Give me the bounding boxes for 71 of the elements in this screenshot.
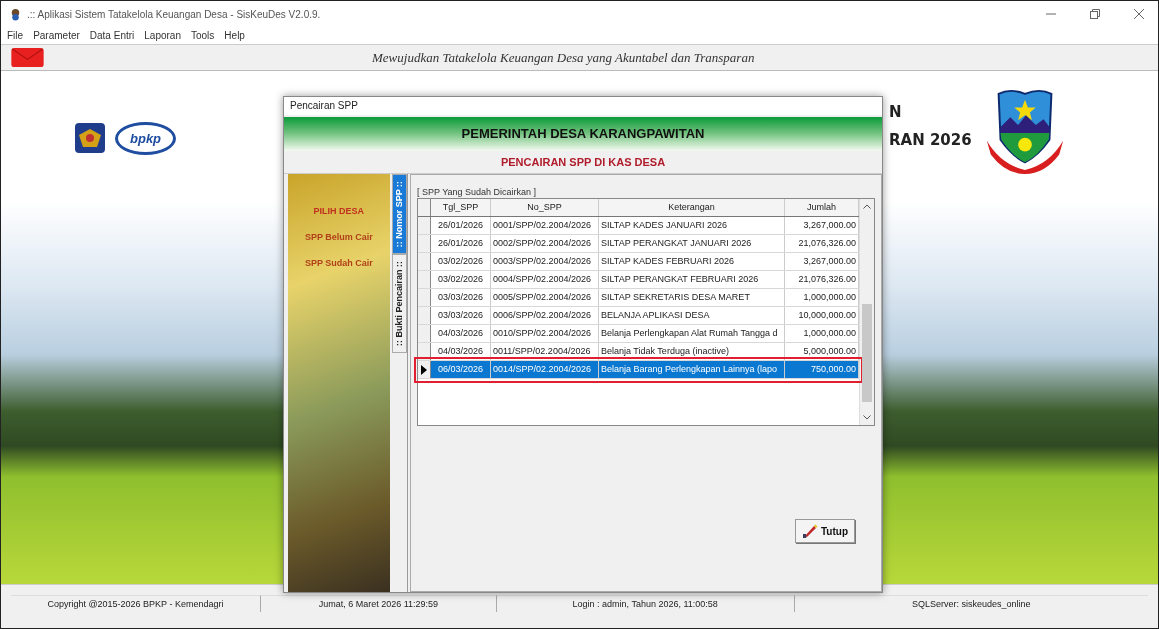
table-cell: 0014/SPP/02.2004/2026 (491, 361, 599, 378)
heading-text: RAN 2026 (889, 131, 973, 149)
pencil-icon (801, 523, 818, 539)
table-cell: 0001/SPP/02.2004/2026 (491, 217, 599, 234)
scroll-thumb[interactable] (862, 304, 872, 403)
table-cell: 26/01/2026 (431, 217, 491, 234)
table-row[interactable]: 06/03/2026 0014/SPP/02.2004/2026 Belanja Barang Perlengkapan Lainnya (lapo 750,000.00 (418, 361, 859, 379)
app-logo-icon (9, 7, 22, 21)
table-row[interactable]: 03/03/2026 0006/SPP/02.2004/2026 BELANJA APLIKASI DESA 10,000,000.00 (418, 307, 859, 325)
dialog-title: Pencairan SPP (284, 97, 882, 115)
table-row[interactable]: 26/01/2026 0002/SPP/02.2004/2026 SILTAP PERANGKAT JANUARI 2026 21,076,326.00 (418, 235, 859, 253)
dialog-header: PEMERINTAH DESA KARANGPAWITAN (284, 117, 882, 151)
table-cell: 04/03/2026 (431, 325, 491, 342)
column-header[interactable]: Keterangan (599, 199, 785, 216)
table-cell: Belanja Tidak Terduga (inactive) (599, 343, 785, 360)
menu-item[interactable]: Parameter (33, 30, 80, 41)
table-cell: SILTAP PERANGKAT FEBRUARI 2026 (599, 271, 785, 288)
table-cell: SILTAP KADES JANUARI 2026 (599, 217, 785, 234)
row-pointer-icon (421, 364, 427, 375)
menu-item[interactable]: Data Entri (89, 30, 135, 41)
table-cell: 04/03/2026 (431, 343, 491, 360)
slogan-text: Mewujudkan Tatakelola Keuangan Desa yang Akuntabel dan Transparan (372, 49, 755, 66)
status-pane: Jumat, 6 Maret 2026 11:29:59 (260, 595, 497, 612)
menu-item[interactable]: Tools (191, 30, 215, 41)
emblem-icon (73, 121, 107, 155)
status-pane: Copyright @2015-2026 BPKP - Kemendagri (11, 595, 261, 612)
table-cell: 03/03/2026 (431, 289, 491, 306)
table-cell: Belanja Perlengkapan Alat Rumah Tangga d (599, 325, 785, 342)
scrollbar[interactable] (859, 199, 874, 425)
heading-text: N (889, 103, 903, 121)
table-row[interactable]: 03/02/2026 0004/SPP/02.2004/2026 SILTAP PERANGKAT FEBRUARI 2026 21,076,326.00 (418, 271, 859, 289)
table-cell: Belanja Barang Perlengkapan Lainnya (lapo (599, 361, 785, 378)
table-cell: 0002/SPP/02.2004/2026 (491, 235, 599, 252)
menu-item[interactable]: Laporan (144, 30, 181, 41)
column-header[interactable]: No_SPP (491, 199, 599, 216)
window-title: .:: Aplikasi Sistem Tatakelola Keuangan Desa - SisKeuDes V2.0.9. (27, 8, 321, 20)
table-cell: SILTAP SEKRETARIS DESA MARET (599, 289, 785, 306)
table-row[interactable]: 03/02/2026 0003/SPP/02.2004/2026 SILTAP KADES FEBRUARI 2026 3,267,000.00 (418, 253, 859, 271)
table-cell: 26/01/2026 (431, 235, 491, 252)
table-cell: SILTAP PERANGKAT JANUARI 2026 (599, 235, 785, 252)
bpkp-logo: bpkp (115, 121, 177, 155)
menu-item[interactable]: File (7, 30, 24, 41)
restore-icon[interactable] (1090, 9, 1100, 19)
table-cell: 0011/SPP/02.2004/2026 (491, 343, 599, 360)
close-icon[interactable] (1134, 9, 1144, 19)
table-cell: 0006/SPP/02.2004/2026 (491, 307, 599, 324)
table-row[interactable]: 04/03/2026 0010/SPP/02.2004/2026 Belanja Perlengkapan Alat Rumah Tangga d 1,000,000.00 (418, 325, 859, 343)
table-cell: 0005/SPP/02.2004/2026 (491, 289, 599, 306)
group-title: [ SPP Yang Sudah Dicairkan ] (417, 187, 538, 197)
table-cell: 03/02/2026 (431, 271, 491, 288)
scroll-down-icon[interactable] (863, 415, 871, 420)
table-row[interactable]: 26/01/2026 0001/SPP/02.2004/2026 SILTAP KADES JANUARI 2026 3,267,000.00 (418, 217, 859, 235)
scroll-up-icon[interactable] (863, 204, 871, 209)
vertical-tab[interactable]: :: Nomor SPP :: (391, 174, 407, 255)
close-button[interactable]: Tutup (794, 519, 855, 543)
table-cell: 03/03/2026 (431, 307, 491, 324)
side-menu-item[interactable]: SPP Sudah Cair (304, 258, 373, 268)
table-cell: 0003/SPP/02.2004/2026 (491, 253, 599, 270)
table-cell: BELANJA APLIKASI DESA (599, 307, 785, 324)
table-cell: SILTAP KADES FEBRUARI 2026 (599, 253, 785, 270)
table-cell: 06/03/2026 (431, 361, 491, 378)
table-cell: 750,000.00 (785, 361, 859, 378)
table-row[interactable]: 03/03/2026 0005/SPP/02.2004/2026 SILTAP SEKRETARIS DESA MARET 1,000,000.00 (418, 289, 859, 307)
menu-item[interactable]: Help (224, 30, 245, 41)
table-cell: 0004/SPP/02.2004/2026 (491, 271, 599, 288)
status-pane: SQLServer: siskeudes_online (794, 595, 1148, 612)
table-cell: 03/02/2026 (431, 253, 491, 270)
vertical-tab[interactable]: :: Bukti Pencairan :: (391, 254, 407, 354)
column-header[interactable]: Tgl_SPP (431, 199, 491, 216)
table-cell: 0010/SPP/02.2004/2026 (491, 325, 599, 342)
status-pane: Login : admin, Tahun 2026, 11:00:58 (496, 595, 795, 612)
